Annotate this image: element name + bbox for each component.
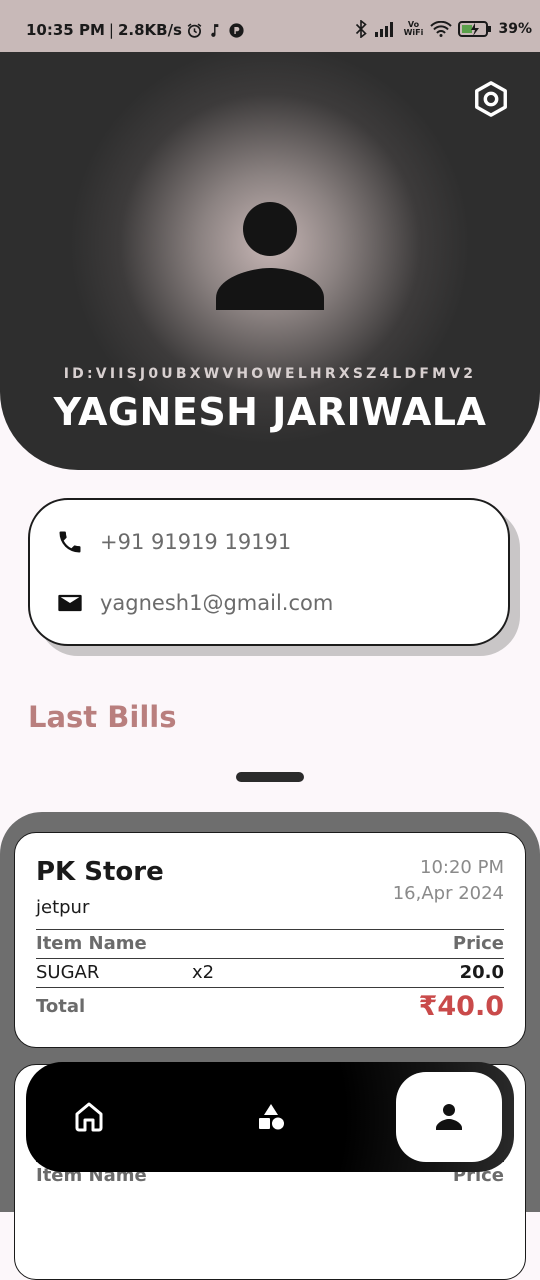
battery-percent: 39% bbox=[498, 21, 532, 37]
total-label: Total bbox=[36, 996, 86, 1017]
user-name: YAGNESH JARIWALA bbox=[53, 390, 487, 434]
bill-time: 10:20 PM bbox=[420, 857, 504, 878]
status-separator: | bbox=[108, 21, 114, 39]
bill-card[interactable]: PK Store jetpur 10:20 PM 16,Apr 2024 Ite… bbox=[14, 832, 526, 1048]
status-time: 10:35 PM bbox=[26, 21, 105, 39]
contact-card: +91 91919 19191 yagnesh1@gmail.com bbox=[28, 498, 510, 646]
profile-icon bbox=[436, 1104, 462, 1130]
home-icon bbox=[75, 1102, 103, 1132]
email-address: yagnesh1@gmail.com bbox=[100, 591, 334, 615]
bill-items-table: Item Name Price SUGAR x2 20.0 Total ₹40.… bbox=[36, 929, 504, 1028]
total-amount: ₹40.0 bbox=[418, 991, 504, 1022]
alarm-icon bbox=[187, 23, 202, 38]
email-row[interactable]: yagnesh1@gmail.com bbox=[56, 589, 333, 617]
mail-icon bbox=[58, 594, 82, 612]
signal-icon bbox=[375, 22, 394, 37]
user-id: ID:VIISJ0UBXWVHOWELHRXSZ4LDFMV2 bbox=[63, 366, 477, 382]
status-right: Vo WiFi 39% bbox=[354, 20, 532, 38]
item-qty: x2 bbox=[192, 962, 215, 983]
phone-row[interactable]: +91 91919 19191 bbox=[56, 528, 291, 556]
music-note-icon bbox=[211, 23, 219, 37]
bill-total-row: Total ₹40.0 bbox=[36, 987, 504, 1028]
store-city: jetpur bbox=[36, 897, 90, 918]
bill-table-header: Item Name Price bbox=[36, 929, 504, 958]
phone-icon bbox=[59, 531, 81, 553]
price-header: Price bbox=[452, 933, 504, 954]
status-speed: 2.8KB/s bbox=[117, 21, 182, 39]
phone-number: +91 91919 19191 bbox=[100, 530, 292, 554]
categories-icon bbox=[259, 1104, 284, 1130]
store-name: PK Store bbox=[36, 857, 164, 887]
sheet-drag-handle[interactable] bbox=[236, 772, 304, 782]
item-price: 20.0 bbox=[459, 962, 504, 983]
bill-item-row: SUGAR x2 20.0 bbox=[36, 958, 504, 987]
item-name-header: Item Name bbox=[36, 933, 147, 954]
status-left: 10:35 PM | 2.8KB/s bbox=[26, 21, 245, 39]
bill-date: 16,Apr 2024 bbox=[392, 883, 504, 904]
vowifi-icon: Vo WiFi bbox=[403, 20, 424, 37]
nav-home-button[interactable] bbox=[34, 1062, 144, 1172]
status-bar: 10:35 PM | 2.8KB/s Vo WiFi 39% bbox=[0, 0, 540, 52]
bluetooth-icon bbox=[356, 20, 368, 38]
battery-charging-icon bbox=[458, 21, 492, 37]
item-name: SUGAR bbox=[36, 962, 100, 983]
nav-profile-button[interactable] bbox=[396, 1072, 502, 1162]
bottom-nav bbox=[26, 1062, 514, 1172]
nav-categories-button[interactable] bbox=[216, 1062, 326, 1172]
last-bills-title: Last Bills bbox=[28, 700, 177, 734]
wifi-icon bbox=[430, 21, 453, 37]
profile-header: ID:VIISJ0UBXWVHOWELHRXSZ4LDFMV2 YAGNESH … bbox=[0, 52, 540, 470]
avatar-icon bbox=[216, 202, 324, 310]
settings-icon[interactable] bbox=[472, 80, 510, 118]
app-icon bbox=[229, 22, 244, 38]
